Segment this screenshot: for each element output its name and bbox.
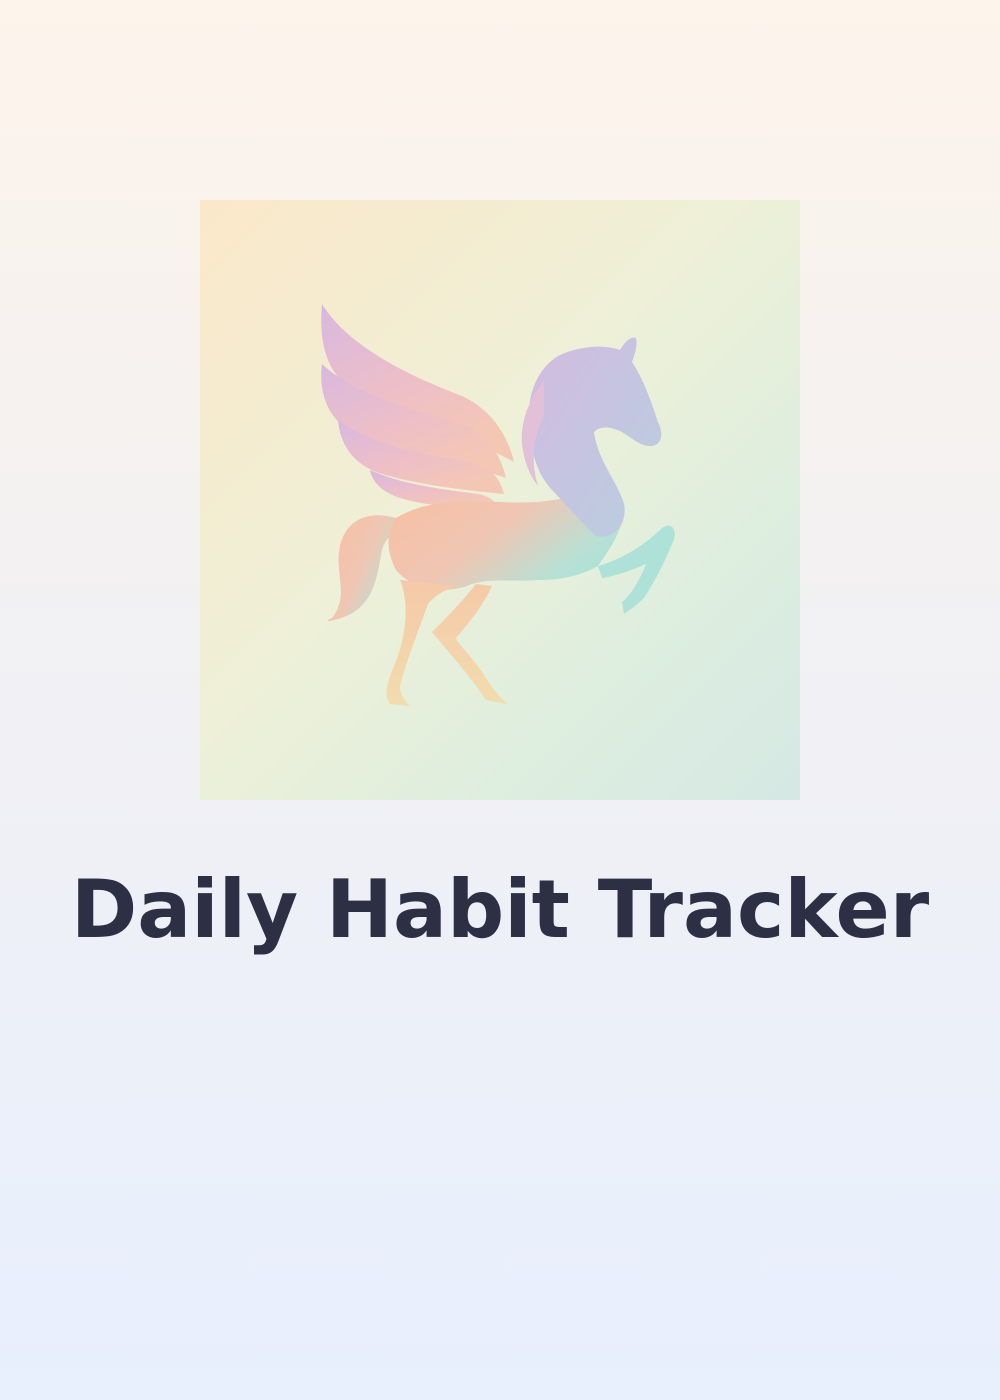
pegasus-icon	[321, 304, 675, 706]
app-title: Daily Habit Tracker	[70, 863, 930, 956]
app-logo	[200, 200, 800, 800]
splash-screen: Daily Habit Tracker	[0, 0, 1000, 1400]
back-legs	[386, 580, 508, 706]
wing-feathers	[321, 304, 514, 508]
